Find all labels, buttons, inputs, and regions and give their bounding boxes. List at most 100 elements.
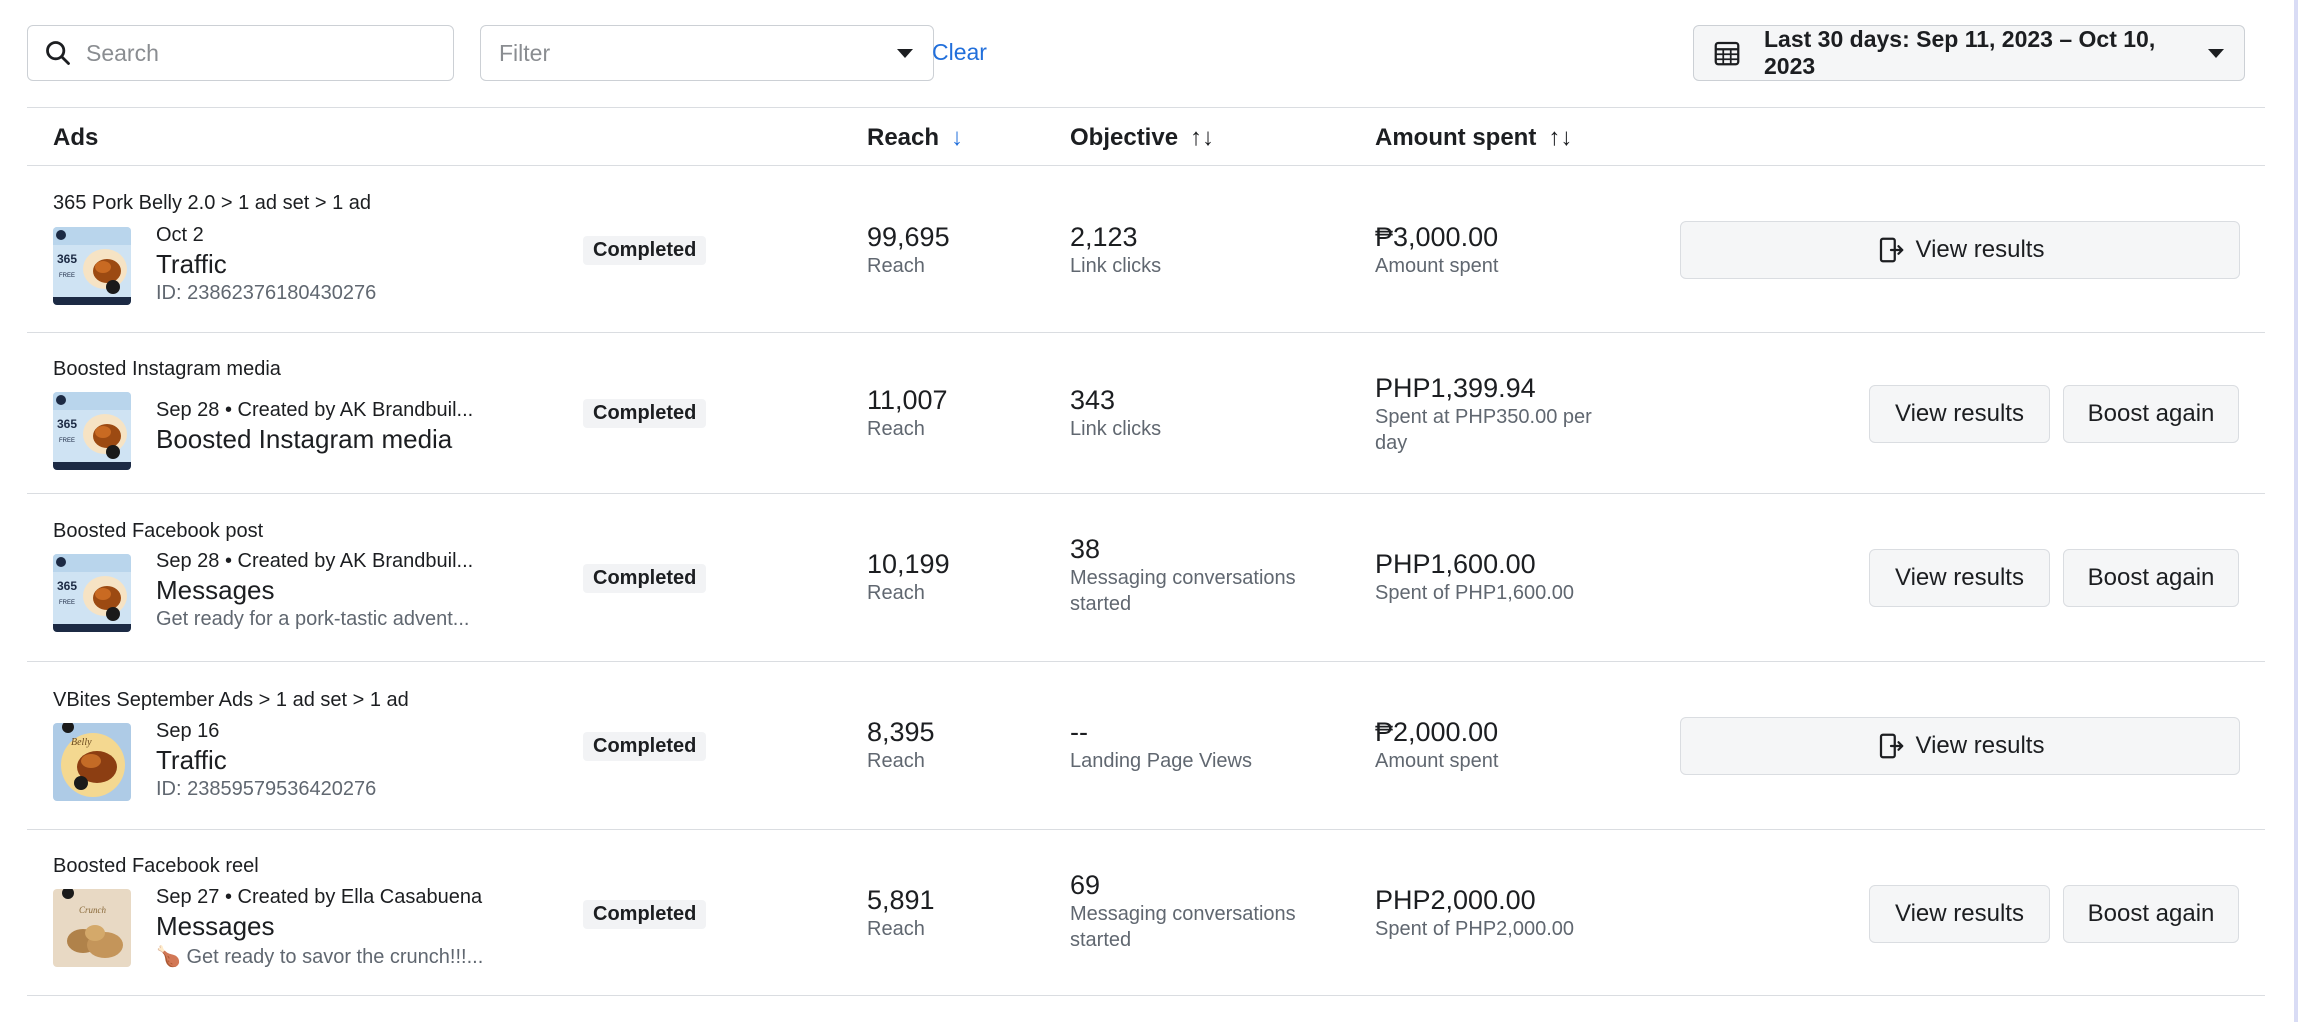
ad-id: ID: 23859579536420276 <box>156 778 377 800</box>
amount-spent-label: day <box>1375 432 1408 454</box>
reach-label: Reach <box>867 418 925 440</box>
view-results-button[interactable]: View results <box>1869 549 2050 607</box>
sort-descending-icon[interactable]: ↓ <box>951 124 963 152</box>
calendar-icon <box>1714 41 1740 66</box>
amount-spent-label: Spent of PHP2,000.00 <box>1375 918 1575 940</box>
sort-icon[interactable]: ↑↓ <box>1548 124 1572 152</box>
status-badge: Completed <box>583 236 707 265</box>
table-row[interactable]: VBites September Ads > 1 ad set > 1 ad B… <box>27 662 2265 830</box>
status-badge: Completed <box>583 900 707 929</box>
sort-icon[interactable]: ↑↓ <box>1190 124 1214 152</box>
campaign-breadcrumb[interactable]: 365 Pork Belly 2.0 > 1 ad set > 1 ad <box>53 192 371 215</box>
reach-label: Reach <box>867 750 925 772</box>
amount-spent-value: PHP2,000.00 <box>1375 885 1536 915</box>
svg-text:Crunch: Crunch <box>79 905 107 915</box>
objective-label: Link clicks <box>1070 418 1162 440</box>
boost-again-button[interactable]: Boost again <box>2063 885 2239 943</box>
ad-date: Oct 2 <box>156 224 204 246</box>
objective-value: 69 <box>1070 870 1101 900</box>
reach-cell: 11,007 Reach <box>867 385 948 442</box>
reach-value: 5,891 <box>867 885 935 915</box>
column-header-label: Reach <box>867 124 940 151</box>
column-header-amount-spent[interactable]: Amount spent ↑↓ <box>1375 124 1572 152</box>
boost-again-button[interactable]: Boost again <box>2063 385 2239 443</box>
ad-thumbnail: 365 FREE <box>53 554 131 632</box>
reach-value: 8,395 <box>867 717 935 747</box>
table-row[interactable]: Boosted Instagram media 365 FREE Sep 28 •… <box>27 333 2265 494</box>
svg-text:365: 365 <box>57 252 77 266</box>
objective-label: Messaging conversations <box>1070 567 1296 589</box>
reach-cell: 99,695 Reach <box>867 222 950 279</box>
view-results-button[interactable]: View results <box>1869 885 2050 943</box>
amount-spent-value: PHP1,600.00 <box>1375 549 1536 579</box>
objective-label: Link clicks <box>1070 255 1162 277</box>
ad-thumbnail: 365 FREE <box>53 392 131 470</box>
ad-thumbnail: Belly <box>53 723 131 801</box>
ad-name[interactable]: Traffic <box>156 249 376 280</box>
search-input[interactable]: Search <box>27 25 454 81</box>
status-badge: Completed <box>583 564 707 593</box>
view-results-button[interactable]: View results <box>1869 385 2050 443</box>
amount-spent-cell: PHP1,600.00 Spent of PHP1,600.00 <box>1375 549 1574 606</box>
reach-value: 11,007 <box>867 385 948 415</box>
boost-again-button[interactable]: Boost again <box>2063 549 2239 607</box>
ad-name[interactable]: Messages <box>156 911 483 942</box>
clear-link[interactable]: Clear <box>932 39 987 66</box>
status-badge: Completed <box>583 399 707 428</box>
objective-label: started <box>1070 593 1132 615</box>
campaign-breadcrumb[interactable]: Boosted Facebook post <box>53 520 263 543</box>
objective-cell: 38 Messaging conversations started <box>1070 534 1296 617</box>
ads-table: Ads Reach ↓ Objective ↑↓ Amount spent ↑↓ 36… <box>27 107 2265 996</box>
ad-name[interactable]: Traffic <box>156 745 376 776</box>
ad-date: Sep 16 <box>156 720 220 742</box>
ad-info: Sep 16 Traffic ID: 23859579536420276 <box>156 720 376 801</box>
table-header: Ads Reach ↓ Objective ↑↓ Amount spent ↑↓ <box>27 107 2265 166</box>
amount-spent-value: ₱2,000.00 <box>1375 717 1499 747</box>
column-header-label: Amount spent <box>1375 124 1537 151</box>
table-row[interactable]: Boosted Facebook post 365 FREE Sep 28 • C… <box>27 494 2265 662</box>
chevron-down-icon <box>897 48 913 58</box>
view-results-button[interactable]: View results <box>1680 717 2240 775</box>
filter-dropdown[interactable]: Filter <box>480 25 934 81</box>
amount-spent-cell: PHP1,399.94 Spent at PHP350.00 per day <box>1375 373 1592 456</box>
ad-info: Sep 28 • Created by AK Brandbuil... Boos… <box>156 399 473 455</box>
ad-name[interactable]: Messages <box>156 575 473 606</box>
column-header-objective[interactable]: Objective ↑↓ <box>1070 124 1214 152</box>
objective-value: 38 <box>1070 534 1101 564</box>
view-results-label: View results <box>1915 236 2045 263</box>
date-range-picker[interactable]: Last 30 days: Sep 11, 2023 – Oct 10, 202… <box>1693 25 2245 81</box>
amount-spent-label: Spent of PHP1,600.00 <box>1375 582 1575 604</box>
ad-date: Sep 28 • Created by AK Brandbuil... <box>156 399 474 421</box>
page-edge <box>2294 0 2298 1022</box>
svg-text:Belly: Belly <box>71 737 92 748</box>
reach-cell: 5,891 Reach <box>867 885 935 942</box>
ad-info: Oct 2 Traffic ID: 23862376180430276 <box>156 224 376 305</box>
ad-info: Sep 27 • Created by Ella Casabuena Messa… <box>156 886 483 969</box>
table-row[interactable]: 365 Pork Belly 2.0 > 1 ad set > 1 ad 365… <box>27 166 2265 333</box>
ad-date: Sep 27 • Created by Ella Casabuena <box>156 886 483 908</box>
table-row[interactable]: Boosted Facebook reel Crunch Sep 27 • Cr… <box>27 830 2265 996</box>
campaign-breadcrumb[interactable]: VBites September Ads > 1 ad set > 1 ad <box>53 689 409 712</box>
column-header-label: Ads <box>53 124 99 151</box>
amount-spent-label: Amount spent <box>1375 750 1499 772</box>
column-header-reach[interactable]: Reach ↓ <box>867 124 963 152</box>
export-icon <box>1879 733 1903 759</box>
svg-text:FREE: FREE <box>59 600 75 606</box>
ad-id: ID: 23862376180430276 <box>156 282 377 304</box>
objective-value: -- <box>1070 717 1088 747</box>
objective-label: Messaging conversations <box>1070 903 1296 925</box>
view-results-button[interactable]: View results <box>1680 221 2240 279</box>
svg-text:365: 365 <box>57 579 77 593</box>
objective-cell: 2,123 Link clicks <box>1070 222 1161 279</box>
ad-info: Sep 28 • Created by AK Brandbuil... Mess… <box>156 550 473 631</box>
ad-name[interactable]: Boosted Instagram media <box>156 424 473 455</box>
campaign-breadcrumb[interactable]: Boosted Facebook reel <box>53 855 259 878</box>
campaign-breadcrumb[interactable]: Boosted Instagram media <box>53 358 281 381</box>
filter-placeholder: Filter <box>499 39 551 66</box>
reach-label: Reach <box>867 918 925 940</box>
svg-text:FREE: FREE <box>59 438 75 444</box>
reach-value: 99,695 <box>867 222 950 252</box>
reach-label: Reach <box>867 582 925 604</box>
column-header-ads: Ads <box>53 124 98 152</box>
objective-value: 2,123 <box>1070 222 1138 252</box>
